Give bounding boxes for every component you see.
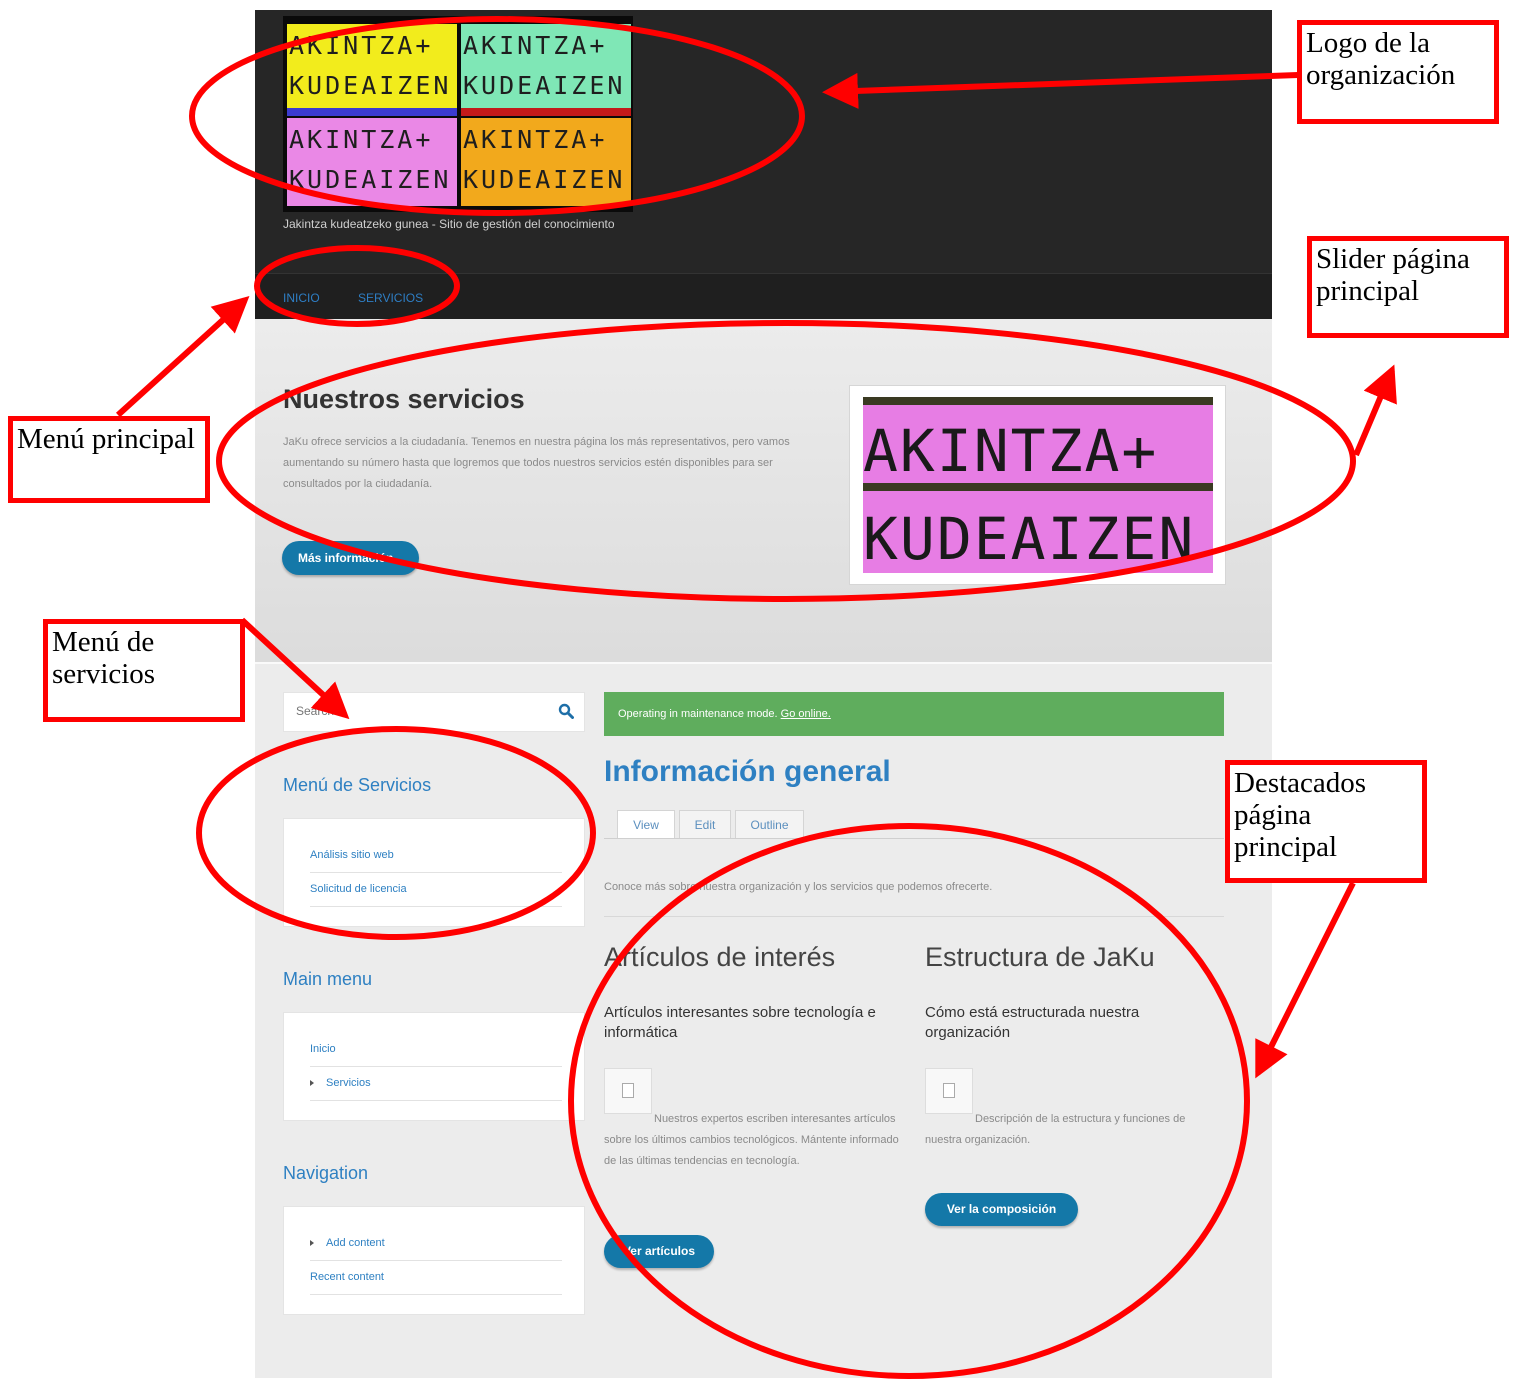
featured-annotation: Destacados página principal bbox=[1225, 760, 1427, 883]
logo-highlight-ellipse bbox=[189, 16, 805, 216]
services-menu-arrow bbox=[239, 617, 350, 720]
slider-annotation: Slider página principal bbox=[1307, 236, 1509, 338]
slider-arrow bbox=[1353, 364, 1397, 457]
main-menu-arrow bbox=[115, 295, 250, 418]
logo-annotation: Logo de la organización bbox=[1297, 20, 1499, 124]
featured-highlight-ellipse bbox=[568, 823, 1250, 1379]
featured-arrow bbox=[1255, 881, 1356, 1079]
main-menu-annotation: Menú principal bbox=[8, 416, 210, 503]
services-menu-annotation: Menú de servicios bbox=[43, 619, 245, 722]
logo-arrow bbox=[822, 72, 1299, 109]
slider-highlight-ellipse bbox=[216, 320, 1356, 602]
main-menu-highlight-ellipse bbox=[254, 245, 460, 327]
services-menu-highlight-ellipse bbox=[196, 726, 596, 940]
